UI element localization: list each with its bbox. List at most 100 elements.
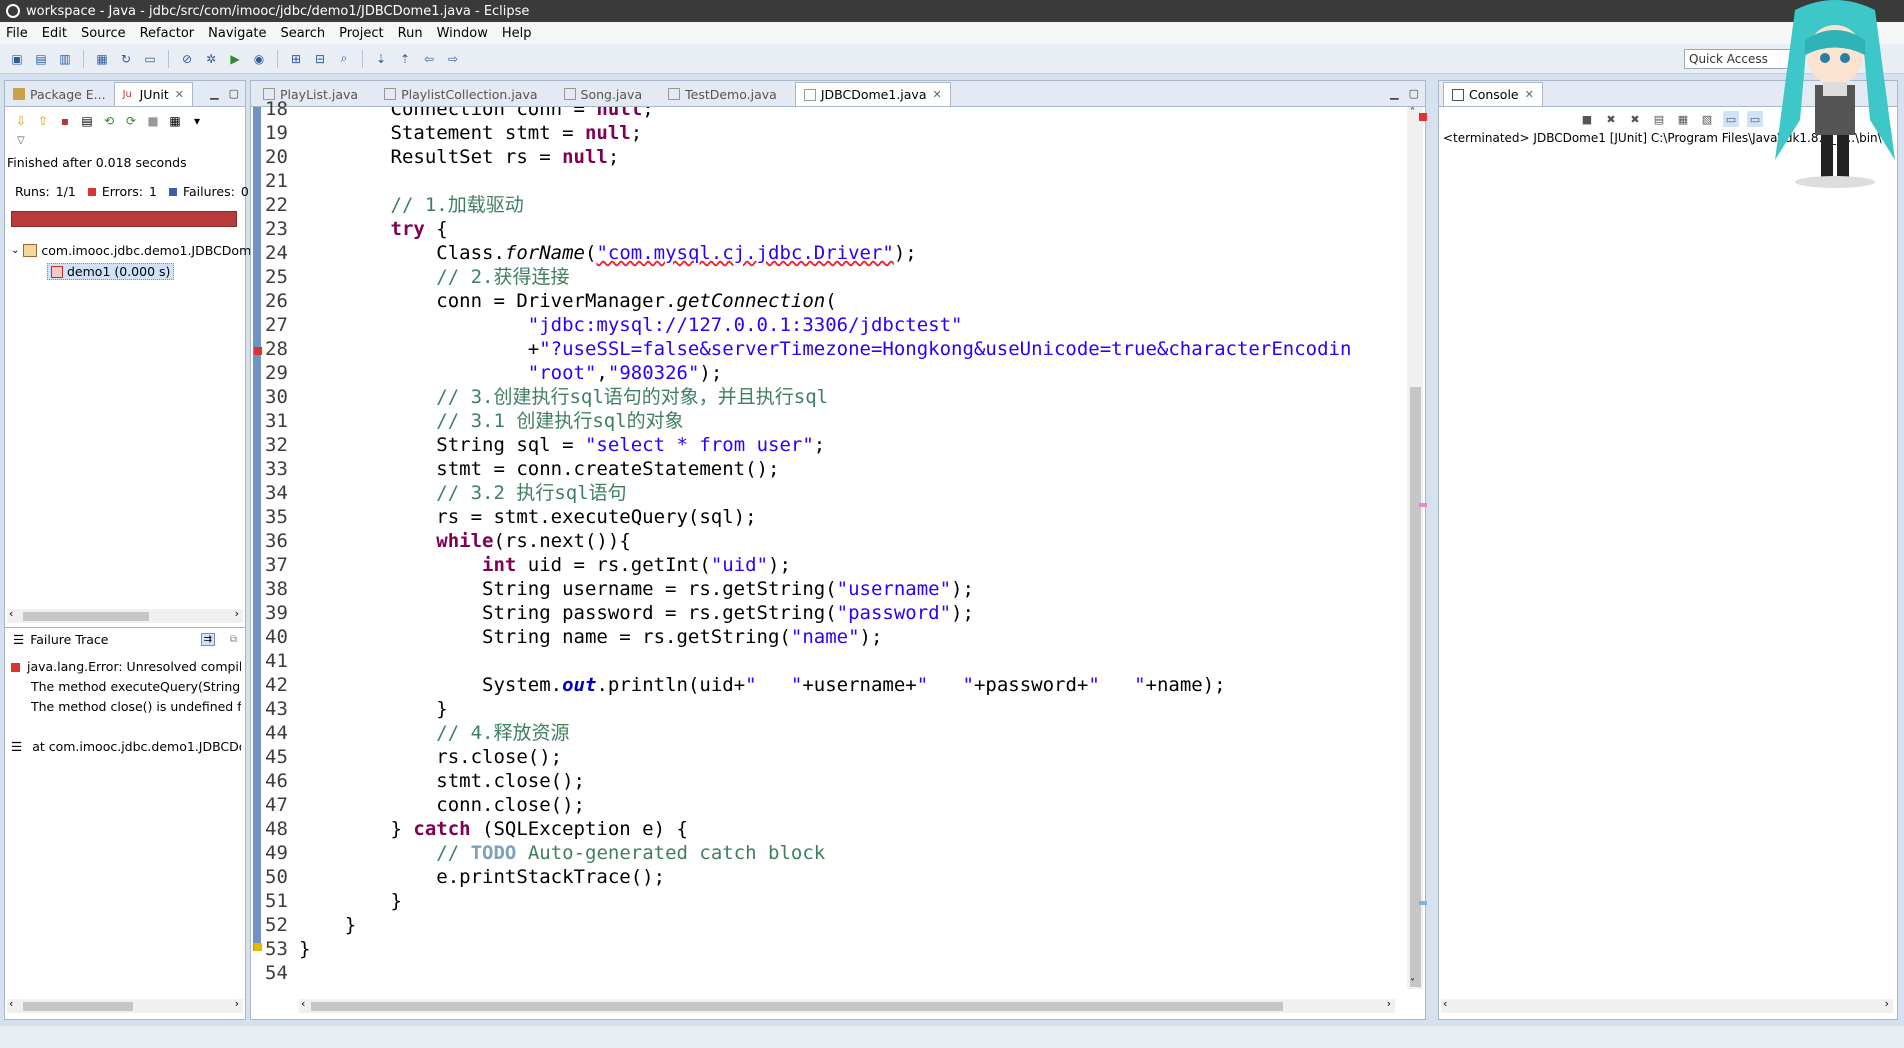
console-icon[interactable]: ▭ — [141, 50, 159, 68]
scrollbar-thumb[interactable] — [23, 612, 149, 621]
tab-playlistcollection[interactable]: PlaylistCollection.java — [376, 82, 545, 106]
build-icon[interactable]: ▦ — [93, 50, 111, 68]
run-icon[interactable]: ▶ — [226, 50, 244, 68]
error-marker-icon[interactable] — [254, 347, 262, 355]
warning-marker-icon[interactable] — [254, 943, 262, 951]
minimize-icon[interactable]: ▁ — [210, 87, 218, 100]
chevron-down-icon[interactable]: ⌄ — [11, 245, 19, 256]
view-menu-icon[interactable]: ▾ — [189, 113, 205, 129]
tab-junit[interactable]: Ju JUnit ✕ — [113, 82, 193, 106]
editor-vscrollbar[interactable]: ˄ ˅ — [1407, 107, 1423, 989]
show-failures-only-icon[interactable]: ▪ — [57, 113, 73, 129]
menu-file[interactable]: File — [6, 26, 28, 41]
word-wrap-icon[interactable]: ▧ — [1699, 111, 1715, 127]
test-tree-root[interactable]: ⌄ com.imooc.jdbc.demo1.JDBCDome1 — [11, 243, 267, 258]
tab-console[interactable]: Console ✕ — [1443, 82, 1543, 106]
remove-launch-icon[interactable]: ✖ — [1603, 111, 1619, 127]
tree-hscrollbar[interactable]: ‹ › — [7, 607, 243, 623]
compare-icon[interactable]: ⧉ — [230, 634, 237, 645]
scroll-right-icon[interactable]: › — [235, 997, 239, 1010]
menu-help[interactable]: Help — [502, 26, 532, 41]
line-number: 26 — [265, 290, 288, 312]
close-icon[interactable]: ✕ — [932, 88, 941, 101]
prev-annotation-icon[interactable]: ⇡ — [396, 50, 414, 68]
back-icon[interactable]: ⇦ — [420, 50, 438, 68]
scrollbar-thumb[interactable] — [23, 1002, 133, 1011]
new-package-icon[interactable]: ⊞ — [287, 50, 305, 68]
line-number: 47 — [265, 794, 288, 816]
code-line: ResultSet rs = null; — [299, 146, 620, 168]
display-console-icon[interactable]: ▭ — [1747, 111, 1763, 127]
menu-navigate[interactable]: Navigate — [208, 26, 266, 41]
console-hscrollbar[interactable]: ‹ › — [1441, 997, 1893, 1013]
save-all-icon[interactable]: ▥ — [56, 50, 74, 68]
rerun-failed-icon[interactable]: ⟳ — [123, 113, 139, 129]
scrollbar-thumb[interactable] — [311, 1002, 1283, 1011]
save-icon[interactable]: ▤ — [32, 50, 50, 68]
trace-line[interactable]: The method executeQuery(String) is undef… — [11, 679, 241, 694]
open-type-icon[interactable]: ⊟ — [311, 50, 329, 68]
line-number: 35 — [265, 506, 288, 528]
trace-hscrollbar[interactable]: ‹ › — [7, 997, 243, 1013]
forward-icon[interactable]: ⇨ — [444, 50, 462, 68]
stop-icon[interactable]: ■ — [145, 113, 161, 129]
code-line: int uid = rs.getInt("uid"); — [482, 554, 791, 576]
debug-icon[interactable]: ✲ — [202, 50, 220, 68]
coverage-icon[interactable]: ◉ — [250, 50, 268, 68]
maximize-icon[interactable]: ▢ — [229, 87, 239, 100]
scroll-left-icon[interactable]: ‹ — [301, 997, 305, 1010]
scroll-left-icon[interactable]: ‹ — [1443, 997, 1447, 1010]
overview-marker[interactable] — [1419, 901, 1427, 905]
close-icon[interactable]: ✕ — [175, 88, 184, 101]
skip-breakpoints-icon[interactable]: ⊘ — [178, 50, 196, 68]
refresh-icon[interactable]: ↻ — [117, 50, 135, 68]
scroll-right-icon[interactable]: › — [1387, 997, 1391, 1010]
prev-failure-icon[interactable]: ⇧ — [35, 113, 51, 129]
maximize-icon[interactable]: ▢ — [1409, 87, 1419, 100]
overview-marker[interactable] — [1419, 503, 1427, 507]
next-failure-icon[interactable]: ⇩ — [13, 113, 29, 129]
new-icon[interactable]: ▣ — [8, 50, 26, 68]
menu-project[interactable]: Project — [339, 26, 383, 41]
tab-song[interactable]: Song.java — [556, 82, 651, 106]
clear-console-icon[interactable]: ▤ — [1651, 111, 1667, 127]
terminate-icon[interactable]: ■ — [1579, 111, 1595, 127]
filter-trace-icon[interactable]: ⇉ — [200, 633, 215, 646]
close-icon[interactable]: ✕ — [1525, 88, 1534, 101]
overview-error-marker[interactable] — [1419, 113, 1427, 121]
next-annotation-icon[interactable]: ⇣ — [372, 50, 390, 68]
menu-refactor[interactable]: Refactor — [140, 26, 195, 41]
scroll-lock-icon[interactable]: ▦ — [1675, 111, 1691, 127]
menu-source[interactable]: Source — [81, 26, 126, 41]
scroll-right-icon[interactable]: › — [1885, 997, 1889, 1010]
pin-console-icon[interactable]: ▭ — [1723, 111, 1739, 127]
scroll-left-icon[interactable]: ‹ — [9, 607, 13, 620]
trace-line[interactable]: java.lang.Error: Unresolved compilation … — [11, 659, 241, 674]
trace-line[interactable]: The method close() is undefined for the … — [11, 699, 241, 714]
editor-hscrollbar[interactable]: ‹ › — [299, 997, 1395, 1013]
scroll-up-icon[interactable]: ˄ — [1410, 107, 1415, 118]
menu-edit[interactable]: Edit — [42, 26, 67, 41]
history-icon[interactable]: ▦ — [167, 113, 183, 129]
scroll-down-icon[interactable]: ˅ — [1410, 978, 1415, 989]
chevron-down-icon[interactable]: ▽ — [17, 135, 25, 146]
menu-window[interactable]: Window — [437, 26, 488, 41]
search-icon[interactable]: ⌕ — [335, 50, 353, 68]
minimize-icon[interactable]: ▁ — [1390, 87, 1398, 100]
scroll-lock-icon[interactable]: ▤ — [79, 113, 95, 129]
test-tree-item[interactable]: demo1 (0.000 s) — [47, 263, 175, 280]
rerun-icon[interactable]: ⟲ — [101, 113, 117, 129]
scrollbar-thumb[interactable] — [1410, 387, 1421, 987]
remove-all-icon[interactable]: ✖ — [1627, 111, 1643, 127]
tab-package-explorer[interactable]: Package E... — [5, 82, 114, 106]
tab-testdemo[interactable]: TestDemo.java — [660, 82, 785, 106]
line-number: 19 — [265, 122, 288, 144]
line-number: 42 — [265, 674, 288, 696]
menu-search[interactable]: Search — [280, 26, 325, 41]
menu-run[interactable]: Run — [398, 26, 423, 41]
trace-line[interactable]: ☰ at com.imooc.jdbc.demo1.JDBCDome1.demo… — [11, 739, 241, 754]
code-text-area[interactable]: Connection conn = null; Statement stmt =… — [299, 107, 1405, 989]
scroll-left-icon[interactable]: ‹ — [9, 997, 13, 1010]
scroll-right-icon[interactable]: › — [235, 607, 239, 620]
tab-jdbcdome1[interactable]: JDBCDome1.java ✕ — [794, 82, 951, 106]
